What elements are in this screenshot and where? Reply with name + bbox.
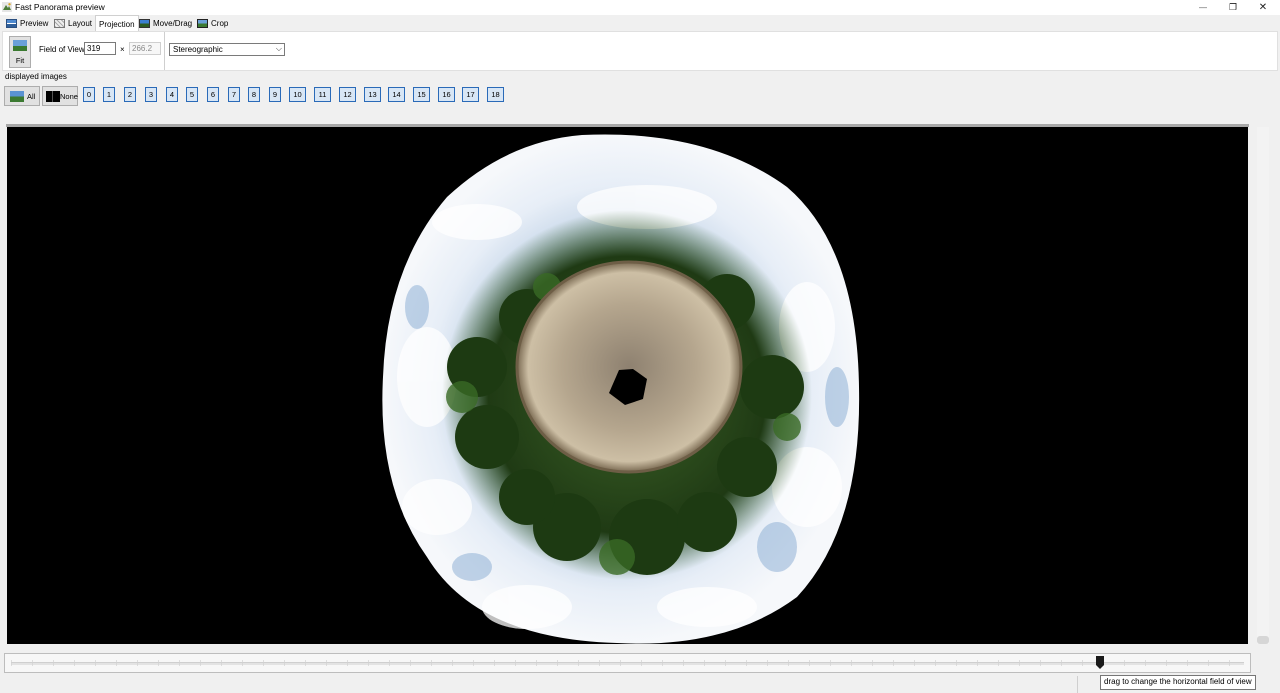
slider-ticks — [11, 660, 1244, 666]
tab-layout-label: Layout — [68, 19, 93, 28]
horizontal-fov-slider[interactable] — [4, 653, 1251, 673]
tab-projection-label: Projection — [99, 19, 135, 29]
displayed-images-label: displayed images — [5, 72, 67, 81]
image-toggle-5[interactable]: 5 — [186, 87, 198, 102]
show-none-label: None — [60, 92, 78, 101]
image-toggle-11[interactable]: 11 — [314, 87, 331, 102]
vfov-input: 266.2 — [129, 42, 161, 55]
slider-tooltip: drag to change the horizontal field of v… — [1100, 675, 1256, 690]
show-all-label: All — [27, 92, 36, 101]
image-toggle-8[interactable]: 8 — [248, 87, 260, 102]
image-toggle-14[interactable]: 14 — [388, 87, 405, 102]
image-toggle-15[interactable]: 15 — [413, 87, 430, 102]
hfov-input[interactable]: 319 — [84, 42, 116, 55]
show-no-images-button[interactable]: None — [42, 86, 78, 106]
image-toggle-16[interactable]: 16 — [438, 87, 455, 102]
panorama-preview-canvas[interactable] — [7, 127, 1248, 644]
image-toggle-7[interactable]: 7 — [228, 87, 240, 102]
image-toggle-0[interactable]: 0 — [83, 87, 95, 102]
image-toggle-2[interactable]: 2 — [124, 87, 136, 102]
show-all-images-button[interactable]: All — [4, 86, 40, 106]
tab-preview-label: Preview — [20, 19, 49, 28]
image-toggle-10[interactable]: 10 — [289, 87, 306, 102]
no-images-icon — [46, 91, 60, 102]
projection-select-value: Stereographic — [173, 45, 223, 54]
minimize-icon: — — [1199, 3, 1207, 12]
image-toggle-17[interactable]: 17 — [462, 87, 479, 102]
restore-icon: ❐ — [1228, 2, 1238, 12]
tab-move-drag-label: Move/Drag — [153, 19, 193, 28]
image-toggle-1[interactable]: 1 — [103, 87, 115, 102]
tab-crop[interactable]: Crop — [197, 16, 228, 31]
projection-panel: Fit Field of View 319 × 266.2 Stereograp… — [2, 31, 1278, 71]
slider-thumb[interactable] — [1095, 656, 1104, 669]
panel-divider — [164, 32, 165, 70]
tab-crop-label: Crop — [211, 19, 229, 28]
fit-button[interactable]: Fit — [9, 36, 31, 68]
crop-icon — [197, 19, 208, 28]
layout-icon — [54, 19, 65, 28]
image-toggle-9[interactable]: 9 — [269, 87, 281, 102]
status-separator — [1077, 676, 1078, 693]
times-sign: × — [120, 45, 125, 54]
panorama-image — [382, 134, 860, 644]
tab-projection[interactable]: Projection — [95, 15, 139, 32]
scroll-handle[interactable] — [1257, 636, 1269, 644]
app-icon — [2, 2, 12, 12]
image-toggle-4[interactable]: 4 — [166, 87, 178, 102]
image-toggle-6[interactable]: 6 — [207, 87, 219, 102]
projection-select[interactable]: Stereographic ⌵ — [169, 43, 285, 56]
preview-icon — [6, 19, 17, 28]
all-images-icon — [10, 91, 24, 102]
tab-move-drag[interactable]: Move/Drag — [139, 16, 192, 31]
title-bar: Fast Panorama preview — ❐ ✕ — [0, 0, 1280, 15]
image-toggle-13[interactable]: 13 — [364, 87, 381, 102]
vertical-scrollbar[interactable] — [1257, 127, 1269, 644]
image-toggle-12[interactable]: 12 — [339, 87, 356, 102]
restore-button[interactable]: ❐ — [1218, 0, 1248, 15]
image-toggle-3[interactable]: 3 — [145, 87, 157, 102]
field-of-view-label: Field of View — [39, 45, 85, 54]
chevron-down-icon: ⌵ — [275, 44, 282, 53]
minimize-button[interactable]: — — [1188, 0, 1218, 15]
close-icon: ✕ — [1258, 2, 1268, 13]
close-button[interactable]: ✕ — [1248, 0, 1278, 15]
image-toggle-18[interactable]: 18 — [487, 87, 504, 102]
tab-layout[interactable]: Layout — [54, 16, 92, 31]
fit-label: Fit — [15, 56, 25, 65]
tab-bar: Preview Layout Projection Move/Drag Crop — [0, 15, 1280, 32]
move-drag-icon — [139, 19, 150, 28]
tab-preview[interactable]: Preview — [6, 16, 48, 31]
window-title: Fast Panorama preview — [15, 2, 105, 12]
fit-icon — [13, 40, 27, 51]
